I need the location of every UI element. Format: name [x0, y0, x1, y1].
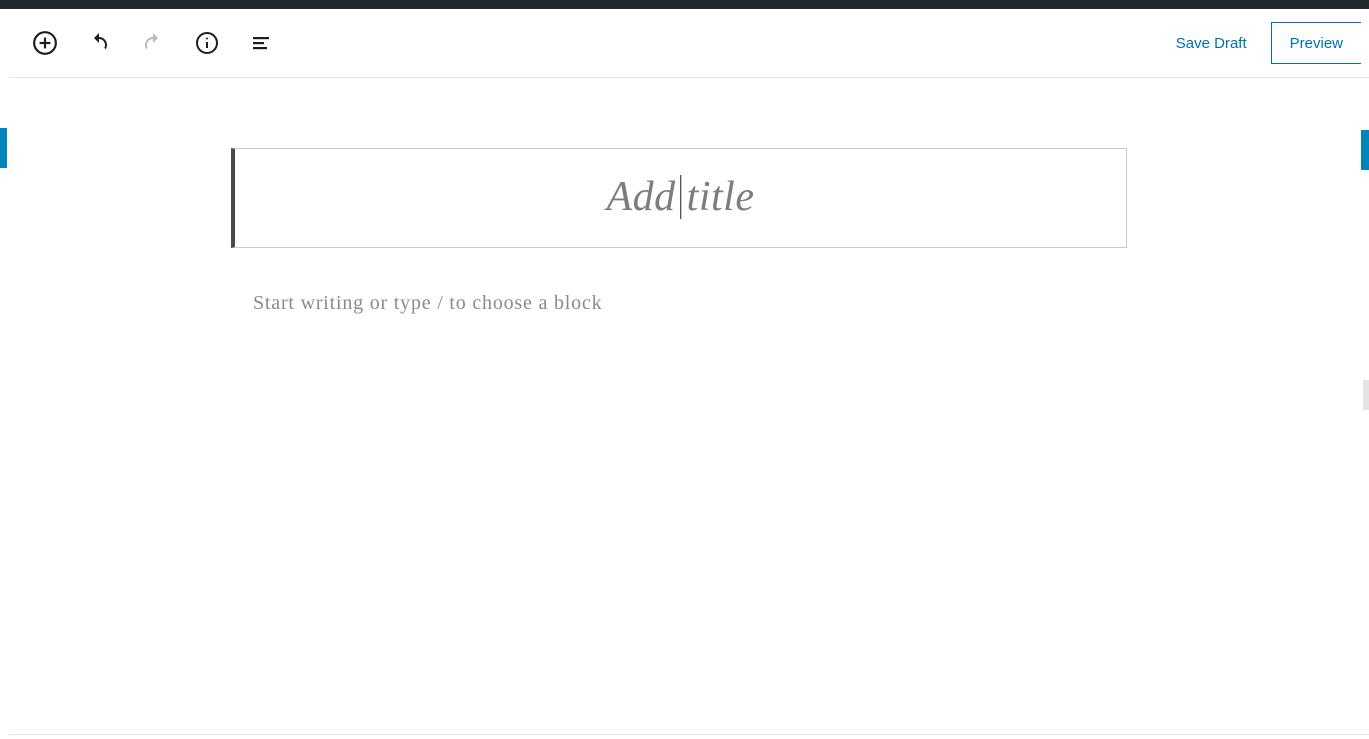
undo-button[interactable] — [81, 25, 117, 61]
post-title-inner: Add title — [253, 173, 1108, 221]
scroll-spacer — [9, 315, 1369, 734]
top-dark-strip — [0, 0, 1369, 9]
left-edge-accent — [0, 128, 7, 168]
editor-frame: Save Draft Preview Add title Start writi… — [9, 9, 1369, 735]
redo-button[interactable] — [135, 25, 171, 61]
editor-canvas-scroll[interactable]: Add title Start writing or type / to cho… — [9, 78, 1369, 734]
right-edge-accent — [1361, 130, 1369, 170]
content-info-button[interactable] — [189, 25, 225, 61]
editor-canvas-wrap: Add title Start writing or type / to cho… — [9, 78, 1369, 735]
toolbar-right-group: Save Draft Preview — [1172, 22, 1361, 64]
right-edge-divider — [1363, 380, 1369, 410]
editor-toolbar: Save Draft Preview — [9, 9, 1369, 78]
undo-icon — [87, 31, 111, 55]
preview-button[interactable]: Preview — [1271, 22, 1361, 64]
save-draft-button[interactable]: Save Draft — [1172, 27, 1251, 60]
text-cursor — [680, 175, 682, 219]
outline-button[interactable] — [243, 25, 279, 61]
post-title-block[interactable]: Add title — [231, 148, 1127, 248]
info-icon — [195, 31, 219, 55]
outline-icon — [249, 31, 273, 55]
redo-icon — [141, 31, 165, 55]
toolbar-left-group — [27, 25, 279, 61]
content-zone: Add title Start writing or type / to cho… — [219, 148, 1139, 315]
post-body-placeholder[interactable]: Start writing or type / to choose a bloc… — [231, 292, 1127, 315]
add-block-button[interactable] — [27, 25, 63, 61]
plus-circle-icon — [32, 30, 58, 56]
